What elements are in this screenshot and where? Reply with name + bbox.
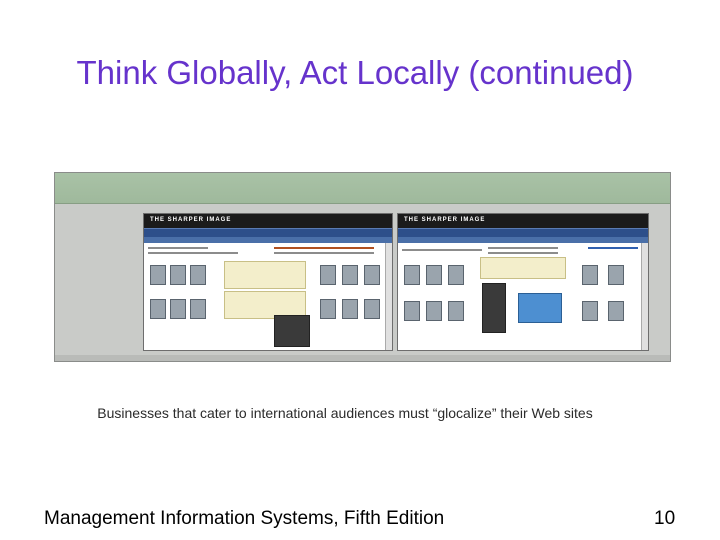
product-image: [274, 315, 310, 347]
product-thumbnail: [426, 301, 442, 321]
product-image: [482, 283, 506, 333]
product-thumbnail: [190, 265, 206, 285]
site-header: THE SHARPER IMAGE: [398, 214, 648, 228]
product-thumbnail: [170, 299, 186, 319]
site-nav: [144, 228, 392, 237]
site-logo: THE SHARPER IMAGE: [150, 217, 232, 223]
product-thumbnail: [582, 265, 598, 285]
product-thumbnail: [448, 265, 464, 285]
product-thumbnail: [150, 299, 166, 319]
slide-footer: Management Information Systems, Fifth Ed…: [44, 508, 445, 529]
product-thumbnail: [448, 301, 464, 321]
text-line: [488, 247, 558, 249]
site-content: [144, 243, 392, 350]
text-line: [488, 252, 558, 254]
screenshot-top-band: [55, 173, 670, 204]
product-thumbnail: [426, 265, 442, 285]
product-thumbnail: [170, 265, 186, 285]
site-nav: [398, 228, 648, 237]
site-content: [398, 243, 648, 350]
product-thumbnail: [320, 299, 336, 319]
page-number: 10: [654, 508, 676, 529]
promo-banner: [518, 293, 562, 323]
product-thumbnail: [320, 265, 336, 285]
browser-window-left: THE SHARPER IMAGE: [143, 213, 393, 351]
product-thumbnail: [404, 265, 420, 285]
site-header: THE SHARPER IMAGE: [144, 214, 392, 228]
product-thumbnail: [364, 265, 380, 285]
browser-window-right: THE SHARPER IMAGE: [397, 213, 649, 351]
product-thumbnail: [190, 299, 206, 319]
promo-box: [224, 261, 306, 289]
product-thumbnail: [582, 301, 598, 321]
product-thumbnail: [404, 301, 420, 321]
text-line: [402, 249, 482, 251]
product-thumbnail: [150, 265, 166, 285]
text-line: [148, 247, 208, 249]
scrollbar: [641, 243, 648, 350]
screenshot-status-bar: [55, 355, 670, 361]
product-thumbnail: [342, 265, 358, 285]
text-line: [274, 247, 374, 249]
product-thumbnail: [342, 299, 358, 319]
product-thumbnail: [608, 265, 624, 285]
product-thumbnail: [364, 299, 380, 319]
scrollbar: [385, 243, 392, 350]
site-logo: THE SHARPER IMAGE: [404, 217, 486, 223]
product-thumbnail: [608, 301, 624, 321]
slide-title: Think Globally, Act Locally (continued): [76, 54, 634, 91]
text-line: [274, 252, 374, 254]
promo-box: [480, 257, 566, 279]
text-line: [588, 247, 638, 249]
slide-caption: Businesses that cater to international a…: [97, 405, 593, 421]
text-line: [148, 252, 238, 254]
website-screenshot: THE SHARPER IMAGE THE SHARPER IMAGE: [54, 172, 671, 362]
